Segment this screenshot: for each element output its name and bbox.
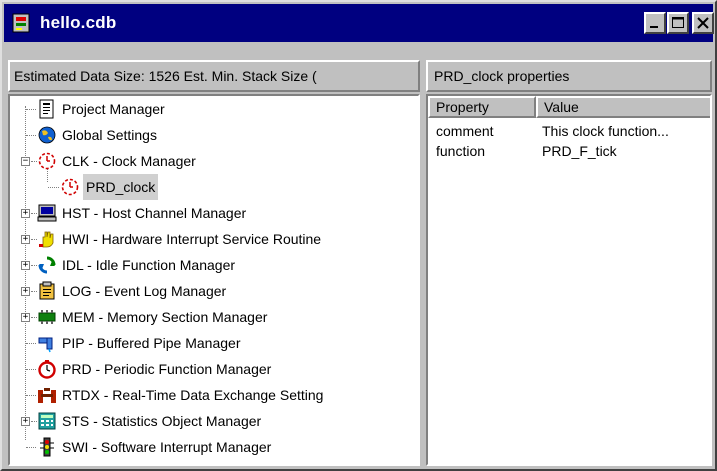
object-tree[interactable]: Project Manager Global Settings − CLK - … bbox=[8, 94, 420, 466]
property-name[interactable]: function bbox=[436, 141, 485, 161]
properties-list[interactable]: Property Value comment This clock functi… bbox=[426, 94, 712, 466]
window-title: hello.cdb bbox=[40, 13, 117, 32]
tree-item-label: PIP - Buffered Pipe Manager bbox=[62, 335, 241, 351]
app-icon bbox=[12, 13, 30, 33]
column-header-property[interactable]: Property bbox=[428, 96, 536, 118]
tree-item-label: RTDX - Real-Time Data Exchange Setting bbox=[62, 387, 324, 403]
idle-function-icon bbox=[38, 256, 56, 274]
maximize-button[interactable] bbox=[667, 12, 689, 34]
property-value[interactable]: This clock function... bbox=[542, 121, 669, 141]
close-button[interactable] bbox=[692, 12, 714, 34]
tree-item-label: HST - Host Channel Manager bbox=[62, 205, 247, 221]
expand-toggle[interactable]: + bbox=[21, 261, 30, 270]
project-manager-icon bbox=[39, 99, 54, 119]
tree-item-label: PRD - Periodic Function Manager bbox=[62, 361, 272, 377]
column-header-value[interactable]: Value bbox=[536, 96, 710, 118]
collapse-toggle[interactable]: − bbox=[21, 157, 30, 166]
periodic-function-icon bbox=[38, 360, 56, 379]
tree-item-label: STS - Statistics Object Manager bbox=[62, 413, 262, 429]
expand-toggle[interactable]: + bbox=[21, 417, 30, 426]
expand-toggle[interactable]: + bbox=[21, 287, 30, 296]
property-name[interactable]: comment bbox=[436, 121, 494, 141]
event-log-icon bbox=[39, 281, 55, 300]
left-status-header: Estimated Data Size: 1526 Est. Min. Stac… bbox=[8, 60, 420, 92]
properties-header: PRD_clock properties bbox=[426, 60, 712, 92]
clock-object-icon bbox=[61, 178, 79, 196]
hardware-interrupt-icon bbox=[39, 231, 54, 248]
minimize-icon bbox=[650, 26, 658, 28]
expand-toggle[interactable]: + bbox=[21, 235, 30, 244]
tree-item-label: CLK - Clock Manager bbox=[62, 153, 196, 169]
clock-icon bbox=[38, 152, 56, 170]
title-bar[interactable]: hello.cdb bbox=[4, 4, 714, 42]
close-icon bbox=[697, 17, 709, 29]
minimize-button[interactable] bbox=[644, 12, 666, 34]
property-value[interactable]: PRD_F_tick bbox=[542, 141, 617, 161]
tree-item-label: PRD_clock bbox=[83, 174, 159, 200]
maximize-icon bbox=[672, 17, 684, 28]
memory-section-icon bbox=[38, 310, 56, 324]
tree-item-label: MEM - Memory Section Manager bbox=[62, 309, 268, 325]
tree-item-label: LOG - Event Log Manager bbox=[62, 283, 227, 299]
tree-item-label: HWI - Hardware Interrupt Service Routine bbox=[62, 231, 322, 247]
tree-item-label: IDL - Idle Function Manager bbox=[62, 257, 236, 273]
software-interrupt-icon bbox=[40, 437, 54, 457]
tree-item-label: Project Manager bbox=[62, 101, 165, 117]
tree-item-label: Global Settings bbox=[62, 127, 157, 143]
expand-toggle[interactable]: + bbox=[21, 313, 30, 322]
statistics-icon bbox=[38, 412, 56, 430]
global-settings-icon bbox=[38, 126, 56, 144]
tree-item-label: SWI - Software Interrupt Manager bbox=[62, 439, 272, 455]
host-channel-icon bbox=[37, 204, 57, 222]
expand-toggle[interactable]: + bbox=[21, 209, 30, 218]
rtdx-icon bbox=[38, 388, 56, 403]
pipe-icon bbox=[38, 337, 53, 353]
application-window: hello.cdb Estimated Data Size: 1526 Est.… bbox=[0, 0, 717, 471]
